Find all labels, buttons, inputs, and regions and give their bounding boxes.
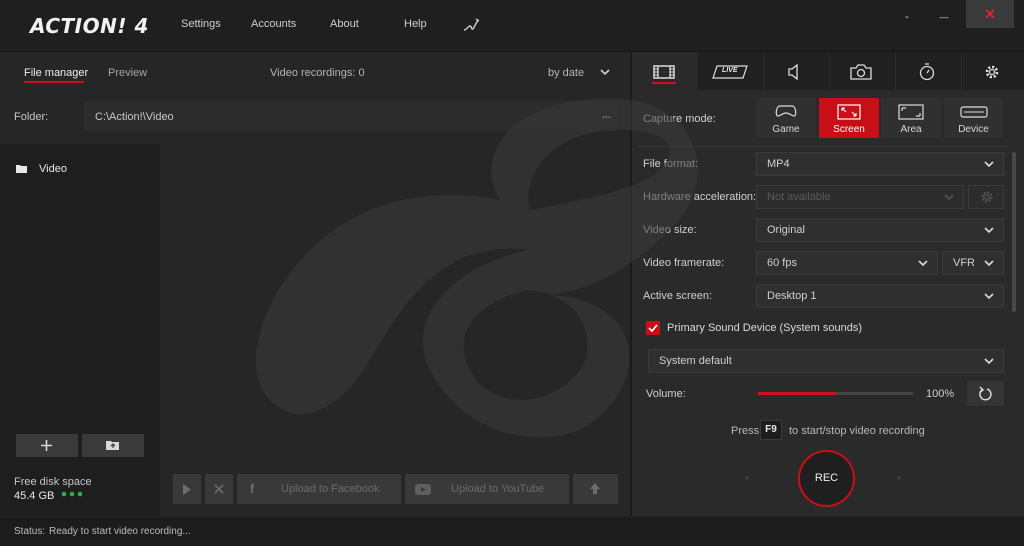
chevron-down-icon	[984, 357, 994, 365]
record-dot-right	[897, 476, 901, 480]
framerate-mode-value: VFR	[953, 257, 975, 269]
free-disk-value: 45.4 GB	[14, 490, 55, 502]
camera-icon	[850, 64, 872, 80]
disk-status-dots	[61, 490, 85, 498]
play-icon	[182, 484, 192, 495]
screen-capture-icon	[837, 104, 861, 120]
chevron-down-icon	[984, 160, 994, 168]
mode-area-button[interactable]: Area	[881, 98, 941, 138]
mode-device-button[interactable]: Device	[944, 98, 1003, 138]
play-button[interactable]	[173, 474, 201, 504]
menu-settings[interactable]: Settings	[181, 18, 221, 30]
close-button[interactable]: ✕	[966, 0, 1014, 28]
menu-accounts[interactable]: Accounts	[251, 18, 296, 30]
area-capture-icon	[898, 104, 924, 120]
chevron-down-icon	[918, 259, 928, 267]
record-dot-left	[745, 476, 749, 480]
menu-about[interactable]: About	[330, 18, 359, 30]
upload-facebook-label: Upload to Facebook	[281, 483, 380, 495]
title-bar: ACTION! 4 Settings Accounts About Help -…	[0, 0, 1024, 52]
speaker-icon	[788, 64, 802, 80]
chevron-down-icon	[944, 193, 954, 201]
framerate-select[interactable]: 60 fps	[756, 251, 938, 275]
app-logo: ACTION! 4	[30, 14, 149, 38]
maximize-button[interactable]: —	[930, 2, 958, 32]
youtube-icon	[415, 484, 431, 495]
watermark-logo	[200, 60, 780, 450]
volume-reset-button[interactable]	[967, 381, 1004, 406]
status-label: Status:	[14, 526, 46, 537]
folder-open-icon	[106, 439, 120, 451]
reset-icon	[978, 386, 992, 401]
tree-item-label: Video	[39, 163, 67, 175]
device-icon	[960, 106, 988, 118]
timer-icon	[919, 63, 935, 81]
tab-preview[interactable]: Preview	[108, 67, 147, 79]
chevron-down-icon	[984, 259, 994, 267]
upload-facebook-button[interactable]: f Upload to Facebook	[237, 474, 401, 504]
status-text: Ready to start video recording...	[49, 526, 191, 537]
tab-screenshot[interactable]	[830, 52, 895, 90]
status-bar: Status: Ready to start video recording..…	[0, 517, 1024, 546]
active-screen-select[interactable]: Desktop 1	[756, 284, 1004, 308]
mode-device-label: Device	[958, 124, 989, 135]
upload-youtube-label: Upload to YouTube	[451, 483, 545, 495]
tab-timer[interactable]	[896, 52, 961, 90]
facebook-icon: f	[250, 481, 255, 496]
folder-label: Folder:	[14, 111, 49, 123]
upload-youtube-button[interactable]: Upload to YouTube	[405, 474, 569, 504]
mode-area-label: Area	[900, 124, 922, 135]
draw-icon[interactable]	[462, 17, 480, 33]
upload-arrow-icon	[589, 482, 601, 496]
x-icon	[214, 484, 224, 494]
add-folder-button[interactable]	[16, 434, 78, 457]
free-disk-label: Free disk space	[14, 476, 92, 488]
hw-accel-select[interactable]: Not available	[756, 185, 964, 209]
app-logo-text: ACTION! 4	[30, 14, 149, 38]
tab-settings[interactable]	[962, 52, 1024, 90]
chevron-down-icon	[984, 292, 994, 300]
video-size-select[interactable]: Original	[756, 218, 1004, 242]
mode-screen-label: Screen	[833, 124, 865, 135]
minimize-button[interactable]: -	[893, 2, 921, 32]
settings-scrollbar[interactable]	[1012, 152, 1016, 312]
folder-path: C:\Action!\Video	[95, 111, 174, 123]
open-folder-button[interactable]	[82, 434, 144, 457]
tab-file-manager[interactable]: File manager	[24, 67, 88, 79]
hotkey-desc: to start/stop video recording	[789, 425, 925, 437]
chevron-down-icon	[984, 226, 994, 234]
folder-icon	[16, 164, 28, 174]
framerate-mode-select[interactable]: VFR	[942, 251, 1004, 275]
volume-slider[interactable]	[758, 392, 913, 395]
menu-help[interactable]: Help	[404, 18, 427, 30]
plus-icon	[40, 439, 53, 452]
upload-button[interactable]	[573, 474, 618, 504]
folder-tree	[0, 144, 160, 516]
hw-accel-settings-button[interactable]	[968, 185, 1004, 209]
mode-screen-button[interactable]: Screen	[819, 98, 879, 138]
gear-icon	[980, 190, 994, 204]
gear-icon	[984, 64, 1000, 80]
rec-label: REC	[814, 472, 839, 484]
tab-active-indicator	[24, 81, 84, 83]
file-format-select[interactable]: MP4	[756, 152, 1004, 176]
volume-value: 100%	[926, 388, 955, 400]
rec-button[interactable]: REC	[798, 450, 855, 507]
delete-button[interactable]	[205, 474, 233, 504]
close-icon: ✕	[984, 6, 996, 22]
